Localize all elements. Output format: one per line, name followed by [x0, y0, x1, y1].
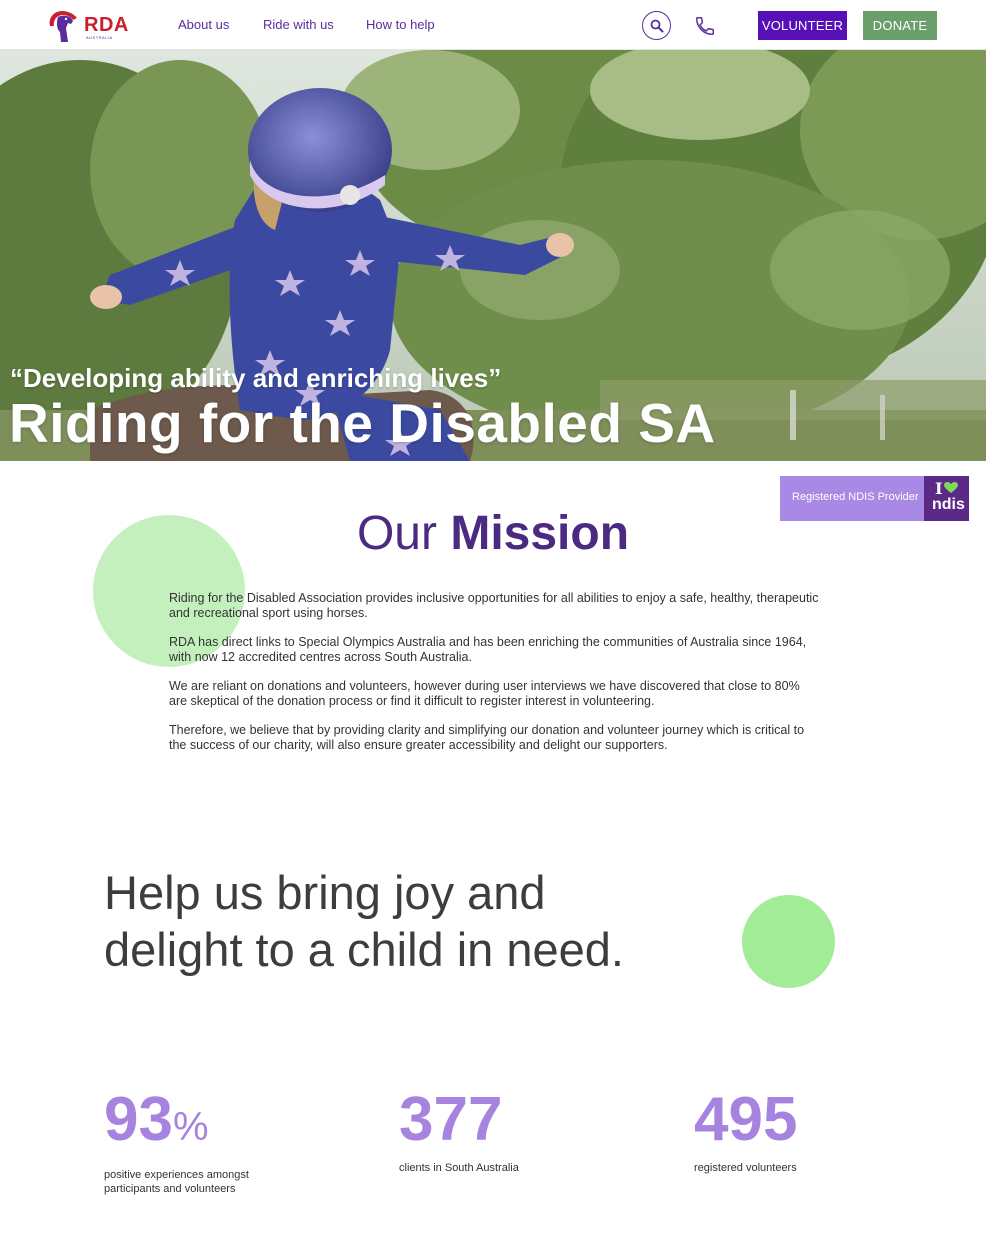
search-icon	[650, 19, 663, 32]
nav-how-to-help[interactable]: How to help	[366, 17, 435, 32]
mission-body: Riding for the Disabled Association prov…	[169, 591, 819, 767]
stat-label: registered volunteers	[694, 1162, 797, 1174]
nav-ride-with-us[interactable]: Ride with us	[263, 17, 334, 32]
horse-head-logo-icon	[49, 11, 77, 42]
stat-number: 93%	[104, 1087, 274, 1160]
search-button[interactable]	[642, 11, 671, 40]
help-heading: Help us bring joy and delight to a child…	[104, 866, 624, 976]
donate-button[interactable]: DONATE	[863, 11, 937, 40]
logo-subtext: AUSTRALIA	[86, 35, 113, 40]
phone-icon	[695, 16, 714, 35]
hero-title: Riding for the Disabled SA	[9, 392, 716, 454]
mission-title-light: Our	[356, 507, 451, 560]
volunteer-button[interactable]: VOLUNTEER	[758, 11, 847, 40]
mission-paragraph: Riding for the Disabled Association prov…	[169, 591, 819, 620]
stat-value: 495	[694, 1085, 798, 1154]
logo-wordmark: RDA	[84, 14, 129, 36]
stat-clients: 377 clients in South Australia	[399, 1087, 569, 1175]
stat-suffix: %	[172, 1105, 209, 1149]
phone-button[interactable]	[690, 11, 719, 40]
stat-value: 377	[399, 1085, 503, 1154]
rda-logo[interactable]: RDA AUSTRALIA	[44, 8, 134, 44]
hero-banner: “Developing ability and enriching lives”…	[0, 50, 986, 461]
stat-value: 93	[104, 1085, 173, 1154]
nav-about-us[interactable]: About us	[178, 17, 229, 32]
heart-icon	[944, 482, 958, 493]
stat-number: 377	[399, 1087, 569, 1153]
top-navbar: RDA AUSTRALIA About us Ride with us How …	[0, 0, 986, 50]
hero-tagline: “Developing ability and enriching lives”	[10, 363, 502, 393]
mission-title: Our Mission	[0, 506, 986, 561]
stat-positive-experiences: 93% positive experiences amongst partici…	[104, 1087, 274, 1196]
ndis-label: Registered NDIS Provider	[792, 491, 919, 503]
decorative-green-circle	[742, 895, 835, 988]
mission-paragraph: Therefore, we believe that by providing …	[169, 723, 805, 752]
stat-volunteers: 495 registered volunteers	[694, 1087, 864, 1175]
mission-paragraph: We are reliant on donations and voluntee…	[169, 679, 800, 708]
mission-title-bold: Mission	[450, 507, 630, 560]
stat-number: 495	[694, 1087, 864, 1153]
mission-paragraph: RDA has direct links to Special Olympics…	[169, 635, 807, 664]
stat-label: clients in South Australia	[399, 1162, 519, 1174]
stat-label: positive experiences amongst participant…	[104, 1169, 249, 1195]
